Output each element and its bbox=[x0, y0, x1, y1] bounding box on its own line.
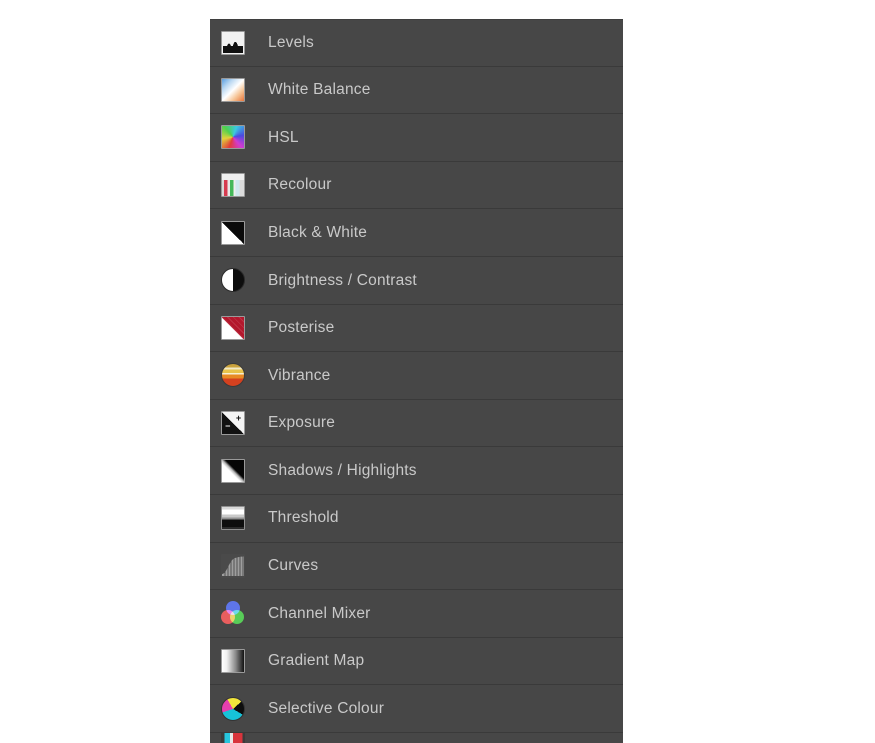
adjustment-item-label: Selective Colour bbox=[268, 699, 385, 717]
adjustment-item-shadows-highlights[interactable]: Shadows / Highlights bbox=[210, 447, 623, 495]
posterise-red-diagonal-icon bbox=[220, 315, 246, 341]
adjustment-item-label: Black & White bbox=[268, 223, 368, 241]
channel-mixer-rgb-circles-icon bbox=[220, 600, 246, 626]
adjustment-item-label: Vibrance bbox=[268, 366, 331, 384]
adjustment-item-selective-colour[interactable]: Selective Colour bbox=[210, 685, 623, 733]
white-balance-gradient-icon bbox=[220, 77, 246, 103]
adjustment-item-posterise[interactable]: Posterise bbox=[210, 304, 623, 353]
screenshot-canvas: Levels White Balance HSL Recolour Black … bbox=[0, 0, 875, 743]
adjustment-item-label: Gradient Map bbox=[268, 652, 365, 670]
adjustment-item-label: White Balance bbox=[268, 81, 371, 99]
partial-cut-off-icon bbox=[220, 732, 246, 743]
vibrance-banded-circle-icon bbox=[220, 362, 246, 388]
adjustment-item-curves[interactable]: Curves bbox=[210, 542, 623, 591]
adjustment-item-white-balance[interactable]: White Balance bbox=[210, 66, 623, 115]
adjustment-item-label: Recolour bbox=[268, 176, 332, 194]
hsl-colour-wheel-icon bbox=[220, 124, 246, 150]
adjustment-item-hsl[interactable]: HSL bbox=[210, 114, 623, 162]
adjustment-item-threshold[interactable]: Threshold bbox=[210, 494, 623, 543]
adjustment-item-vibrance[interactable]: Vibrance bbox=[210, 352, 623, 400]
adjustment-item-recolour[interactable]: Recolour bbox=[210, 161, 623, 210]
adjustment-item-label: Shadows / Highlights bbox=[268, 461, 417, 479]
adjustment-item-label: Curves bbox=[268, 557, 319, 575]
adjustment-item-label: Brightness / Contrast bbox=[268, 271, 417, 289]
shadows-highlights-diagonal-icon bbox=[220, 458, 246, 484]
levels-histogram-icon bbox=[220, 30, 246, 56]
adjustment-item-channel-mixer[interactable]: Channel Mixer bbox=[210, 590, 623, 638]
adjustment-item-brightness-contrast[interactable]: Brightness / Contrast bbox=[210, 256, 623, 305]
adjustment-item-label: Threshold bbox=[268, 509, 339, 527]
recolour-bars-icon bbox=[220, 172, 246, 198]
selective-colour-cmyk-wheel-icon bbox=[220, 696, 246, 722]
exposure-plus-minus-icon: + − bbox=[220, 410, 246, 436]
brightness-contrast-circle-icon bbox=[220, 267, 246, 293]
adjustment-item-label: HSL bbox=[268, 128, 299, 146]
adjustment-item-label: Channel Mixer bbox=[268, 604, 371, 622]
gradient-map-ramp-icon bbox=[220, 648, 246, 674]
adjustment-item-gradient-map[interactable]: Gradient Map bbox=[210, 637, 623, 686]
threshold-bands-icon bbox=[220, 505, 246, 531]
adjustment-item-exposure[interactable]: + − Exposure bbox=[210, 399, 623, 448]
adjustment-item-label: Posterise bbox=[268, 319, 335, 337]
adjustment-item-black-and-white[interactable]: Black & White bbox=[210, 209, 623, 257]
curves-graph-icon bbox=[220, 553, 246, 579]
adjustments-panel: Levels White Balance HSL Recolour Black … bbox=[210, 19, 623, 743]
adjustment-item-label: Exposure bbox=[268, 414, 336, 432]
adjustment-item-levels[interactable]: Levels bbox=[210, 19, 623, 67]
adjustment-item-partial[interactable] bbox=[210, 732, 623, 743]
black-white-diagonal-icon bbox=[220, 220, 246, 246]
adjustment-item-label: Levels bbox=[268, 34, 315, 52]
